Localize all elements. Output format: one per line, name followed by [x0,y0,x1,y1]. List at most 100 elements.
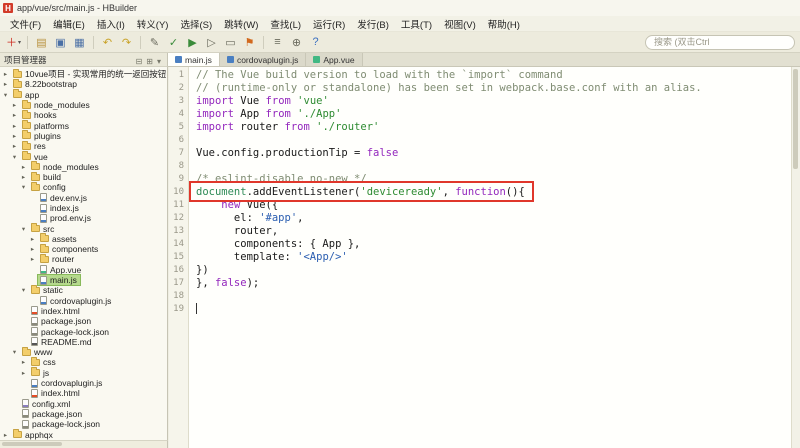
tab-cordovaplugin-js[interactable]: cordovaplugin.js [219,53,307,66]
scrollbar-thumb[interactable] [793,69,798,169]
tree-arrow-icon[interactable]: ▸ [11,132,18,140]
tree-arrow-icon[interactable]: ▸ [11,122,18,130]
tree-arrow-icon[interactable]: ▸ [20,369,27,377]
validate-icon[interactable]: ✓ [165,34,182,50]
tree-item[interactable]: ▸ router [0,253,167,264]
edit-mode-icon[interactable]: ✎ [146,34,163,50]
save-icon[interactable]: ▣ [52,34,69,50]
tree-item[interactable]: ▸ node_modules [0,161,167,172]
tree-arrow-icon[interactable]: ▸ [2,80,9,88]
tab-app-vue[interactable]: App.vue [306,53,363,66]
tree-arrow-icon[interactable]: ▸ [11,142,18,150]
tree-arrow-icon[interactable]: ▾ [11,348,18,356]
tree-item[interactable]: ▾ static [0,284,167,295]
tree-arrow-icon[interactable]: ▸ [20,163,27,171]
menu-goto[interactable]: 跳转(W) [218,17,264,31]
tree-arrow-icon[interactable]: ▾ [11,153,18,161]
device-icon[interactable]: ▭ [222,34,239,50]
tree-item[interactable]: ▾ vue [0,151,167,162]
run-icon[interactable]: ▶ [184,34,201,50]
tree-arrow-icon[interactable]: ▾ [20,183,27,191]
tree-item[interactable]: main.js [0,274,167,287]
tree-item[interactable]: ▸ 8.22bootstrap [0,78,167,89]
tree-item-label: build [43,172,61,183]
locate-file-icon[interactable]: ⊞ [144,57,155,66]
tree-item[interactable]: cordovaplugin.js [0,378,167,388]
menu-help[interactable]: 帮助(H) [482,17,526,31]
tree-item[interactable]: config.xml [0,399,167,409]
tree-item[interactable]: cordovaplugin.js [0,296,167,306]
tree-item[interactable]: ▸ plugins [0,130,167,141]
menu-find[interactable]: 查找(L) [264,17,307,31]
collapse-all-icon[interactable]: ⊟ [134,57,145,66]
tree-item[interactable]: package.json [0,409,167,419]
tree-arrow-icon[interactable]: ▾ [20,225,27,233]
menu-tools[interactable]: 工具(T) [395,17,438,31]
tree-item[interactable]: ▸ 10vue项目 - 实现常用的统一返回按钮 [0,68,167,79]
tree-item[interactable]: README.md [0,337,167,347]
tree-arrow-icon[interactable]: ▸ [2,70,9,78]
format-icon[interactable]: ≡ [269,34,286,50]
code-editor[interactable]: 1 2 3 4 5 6 7 8 9 10 11 12 13 14 15 16 17 18 19 // The Vue… [169,67,800,448]
tree-horizontal-scrollbar[interactable] [0,440,168,448]
tree-item[interactable]: ▸ apphqx [0,429,167,440]
tree-item[interactable]: ▾ config [0,181,167,192]
tree-item[interactable]: ▸ css [0,356,167,367]
new-file-icon[interactable]: ＋ ▾ [5,34,22,50]
menu-select[interactable]: 选择(S) [174,17,218,31]
tree-item[interactable]: index.html [0,306,167,316]
debug-icon[interactable]: ▷ [203,34,220,50]
save-all-icon[interactable]: ▦ [71,34,88,50]
code-token: from [265,108,291,120]
tree-item[interactable]: ▸ assets [0,233,167,244]
tree-item[interactable]: ▾ app [0,89,167,100]
menu-view[interactable]: 视图(V) [438,17,482,31]
tree-item[interactable]: dev.env.js [0,193,167,203]
tree-item[interactable]: package-lock.json [0,326,167,337]
tree-arrow-icon[interactable]: ▸ [20,358,27,366]
tree-arrow-icon[interactable]: ▸ [11,111,18,119]
tree-arrow-icon[interactable]: ▾ [2,91,9,99]
menu-file[interactable]: 文件(F) [4,17,47,31]
tree-item[interactable]: ▾ www [0,346,167,357]
undo-icon[interactable]: ↶ [99,34,116,50]
help-icon[interactable]: ? [307,34,324,50]
menu-insert[interactable]: 插入(I) [91,17,131,31]
tree-item[interactable]: package-lock.json [0,419,167,429]
code-area[interactable]: // The Vue build version to load with th… [190,67,791,448]
tree-item[interactable]: index.html [0,388,167,398]
panel-menu-icon[interactable]: ▾ [155,57,163,66]
tree-item[interactable]: ▸ node_modules [0,99,167,110]
publish-icon[interactable]: ⚑ [241,34,258,50]
tree-item[interactable]: ▸ hooks [0,109,167,120]
tree-arrow-icon[interactable]: ▸ [29,235,36,243]
tree-item[interactable]: ▸ components [0,243,167,254]
editor-vertical-scrollbar[interactable] [791,67,800,448]
tree-arrow-icon[interactable]: ▸ [20,173,27,181]
tree-arrow-icon[interactable]: ▸ [11,101,18,109]
plugins-icon[interactable]: ⊕ [288,34,305,50]
scrollbar-thumb[interactable] [2,442,62,446]
tree-item[interactable]: index.js [0,203,167,213]
tree-arrow-icon[interactable]: ▸ [29,245,36,253]
tree-arrow-icon[interactable]: ▸ [29,255,36,263]
menu-release[interactable]: 发行(B) [351,17,395,31]
tree-arrow-icon[interactable]: ▾ [20,286,27,294]
tree-item[interactable]: ▸ platforms [0,120,167,131]
tree-item[interactable]: ▾ src [0,223,167,234]
redo-icon[interactable]: ↷ [118,34,135,50]
tree-arrow-icon[interactable]: ▸ [2,431,9,439]
menu-run[interactable]: 运行(R) [307,17,351,31]
tab-main-js[interactable]: main.js [168,53,220,66]
search-input[interactable] [645,34,795,50]
tree-item[interactable]: App.vue [0,265,167,275]
tree-item[interactable]: ▸ js [0,367,167,378]
menu-edit[interactable]: 编辑(E) [47,17,91,31]
toolbar: ＋ ▾ ▤ ▣ ▦ ↶ ↷ ✎ ✓ ▶ ▷ ▭ ⚑ ≡ ⊕? [0,31,800,53]
tree-item[interactable]: ▸ build [0,171,167,183]
menu-escape[interactable]: 转义(Y) [131,17,175,31]
tree-item[interactable]: prod.env.js [0,213,167,223]
open-file-icon[interactable]: ▤ [33,34,50,50]
tree-item[interactable]: ▸ res [0,140,167,151]
tree-item[interactable]: package.json [0,316,167,326]
